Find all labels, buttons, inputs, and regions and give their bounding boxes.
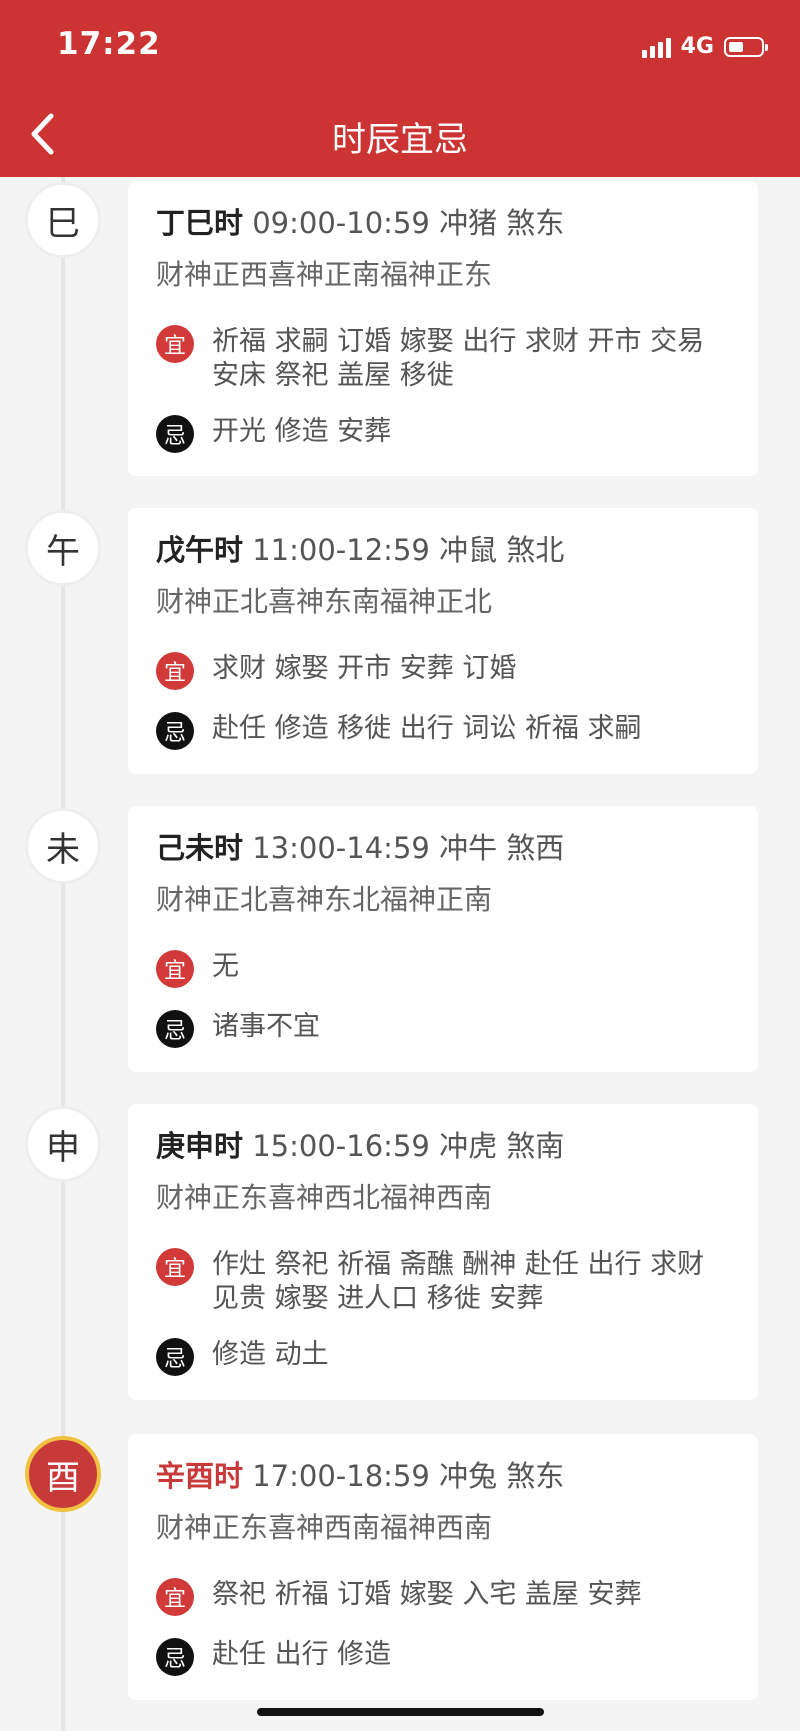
ji-items: 赴任 修造 移徙 出行 词讼 祈福 求嗣 (212, 713, 642, 744)
ji-badge: 忌 (156, 415, 194, 453)
ji-badge: 忌 (156, 712, 194, 750)
hour-node-you-current: 酉 (25, 1436, 101, 1512)
hour-card-wei: 己未时 13:00-14:59 冲牛 煞西 财神正北喜神东北福神正南 宜 无 忌… (128, 806, 758, 1072)
battery-icon (724, 36, 768, 57)
ji-row: 忌 开光 修造 安葬 (156, 415, 730, 453)
hour-node-shen: 申 (25, 1106, 101, 1182)
yi-badge: 宜 (156, 1248, 194, 1286)
gods-directions: 财神正北喜神东南福神正北 (156, 585, 493, 618)
hour-title: 庚申时 15:00-16:59 冲虎 煞南 (156, 1126, 730, 1166)
ji-row: 忌 修造 动土 (156, 1338, 730, 1376)
gods-directions: 财神正西喜神正南福神正东 (156, 258, 493, 291)
yi-row: 宜 祈福 求嗣 订婚 嫁娶 出行 求财 开市 交易 安床 祭祀 盖屋 移徙 (156, 325, 730, 393)
hour-node-si: 巳 (25, 182, 101, 258)
ji-badge: 忌 (156, 1638, 194, 1676)
hour-title: 己未时 13:00-14:59 冲牛 煞西 (156, 828, 730, 868)
ji-row: 忌 赴任 出行 修造 (156, 1638, 730, 1676)
gods-directions: 财神正东喜神西北福神西南 (156, 1181, 493, 1214)
hour-node-wu: 午 (25, 510, 101, 586)
ji-items: 修造 动土 (212, 1339, 329, 1370)
ji-items: 赴任 出行 修造 (212, 1639, 392, 1670)
hour-name: 戊午时 (156, 533, 244, 567)
hour-card-wu: 戊午时 11:00-12:59 冲鼠 煞北 财神正北喜神东南福神正北 宜 求财 … (128, 508, 758, 774)
yi-badge: 宜 (156, 950, 194, 988)
gods-directions: 财神正北喜神东北福神正南 (156, 883, 493, 916)
hour-card-shen: 庚申时 15:00-16:59 冲虎 煞南 财神正东喜神西北福神西南 宜 作灶 … (128, 1104, 758, 1400)
status-icons: 4G (641, 34, 768, 59)
yi-items: 祈福 求嗣 订婚 嫁娶 出行 求财 开市 交易 安床 祭祀 盖屋 移徙 (212, 326, 705, 391)
hour-node-wei: 未 (25, 808, 101, 884)
hour-title: 丁巳时 09:00-10:59 冲猪 煞东 (156, 203, 730, 243)
hour-name: 己未时 (156, 831, 244, 865)
yi-badge: 宜 (156, 652, 194, 690)
yi-items: 求财 嫁娶 开市 安葬 订婚 (212, 653, 517, 684)
hour-detail: 09:00-10:59 冲猪 煞东 (243, 206, 565, 240)
hour-name-current: 辛酉时 (156, 1459, 244, 1493)
ji-row: 忌 诸事不宜 (156, 1010, 730, 1048)
ji-badge: 忌 (156, 1338, 194, 1376)
ji-badge: 忌 (156, 1010, 194, 1048)
status-time: 17:22 (57, 26, 161, 62)
page-title: 时辰宜忌 (332, 120, 468, 160)
home-indicator[interactable] (257, 1708, 544, 1716)
yi-badge: 宜 (156, 1578, 194, 1616)
hour-card-you: 辛酉时 17:00-18:59 冲兔 煞东 财神正东喜神西南福神西南 宜 祭祀 … (128, 1434, 758, 1700)
yi-row: 宜 无 (156, 950, 730, 988)
hour-card-si: 丁巳时 09:00-10:59 冲猪 煞东 财神正西喜神正南福神正东 宜 祈福 … (128, 181, 758, 476)
gods-directions: 财神正东喜神西南福神西南 (156, 1511, 493, 1544)
network-label: 4G (680, 34, 714, 59)
signal-icon (641, 36, 671, 58)
yi-row: 宜 求财 嫁娶 开市 安葬 订婚 (156, 652, 730, 690)
yi-items: 作灶 祭祀 祈福 斋醮 酬神 赴任 出行 求财 见贵 嫁娶 进人口 移徙 安葬 (212, 1249, 705, 1314)
ji-items: 开光 修造 安葬 (212, 416, 392, 447)
header-bar: 17:22 4G 时辰宜忌 (0, 0, 800, 177)
hour-detail: 11:00-12:59 冲鼠 煞北 (243, 533, 565, 567)
yi-badge: 宜 (156, 325, 194, 363)
hour-detail: 13:00-14:59 冲牛 煞西 (243, 831, 565, 865)
hour-name: 丁巳时 (156, 206, 244, 240)
yi-row: 宜 作灶 祭祀 祈福 斋醮 酬神 赴任 出行 求财 见贵 嫁娶 进人口 移徙 安… (156, 1248, 730, 1316)
yi-row: 宜 祭祀 祈福 订婚 嫁娶 入宅 盖屋 安葬 (156, 1578, 730, 1616)
hour-title: 辛酉时 17:00-18:59 冲兔 煞东 (156, 1456, 730, 1496)
ji-items: 诸事不宜 (212, 1011, 320, 1042)
hour-detail: 15:00-16:59 冲虎 煞南 (243, 1129, 565, 1163)
hour-name: 庚申时 (156, 1129, 244, 1163)
ji-row: 忌 赴任 修造 移徙 出行 词讼 祈福 求嗣 (156, 712, 730, 750)
yi-items: 无 (212, 951, 239, 982)
hour-title: 戊午时 11:00-12:59 冲鼠 煞北 (156, 530, 730, 570)
yi-items: 祭祀 祈福 订婚 嫁娶 入宅 盖屋 安葬 (212, 1579, 642, 1610)
hour-detail: 17:00-18:59 冲兔 煞东 (243, 1459, 565, 1493)
